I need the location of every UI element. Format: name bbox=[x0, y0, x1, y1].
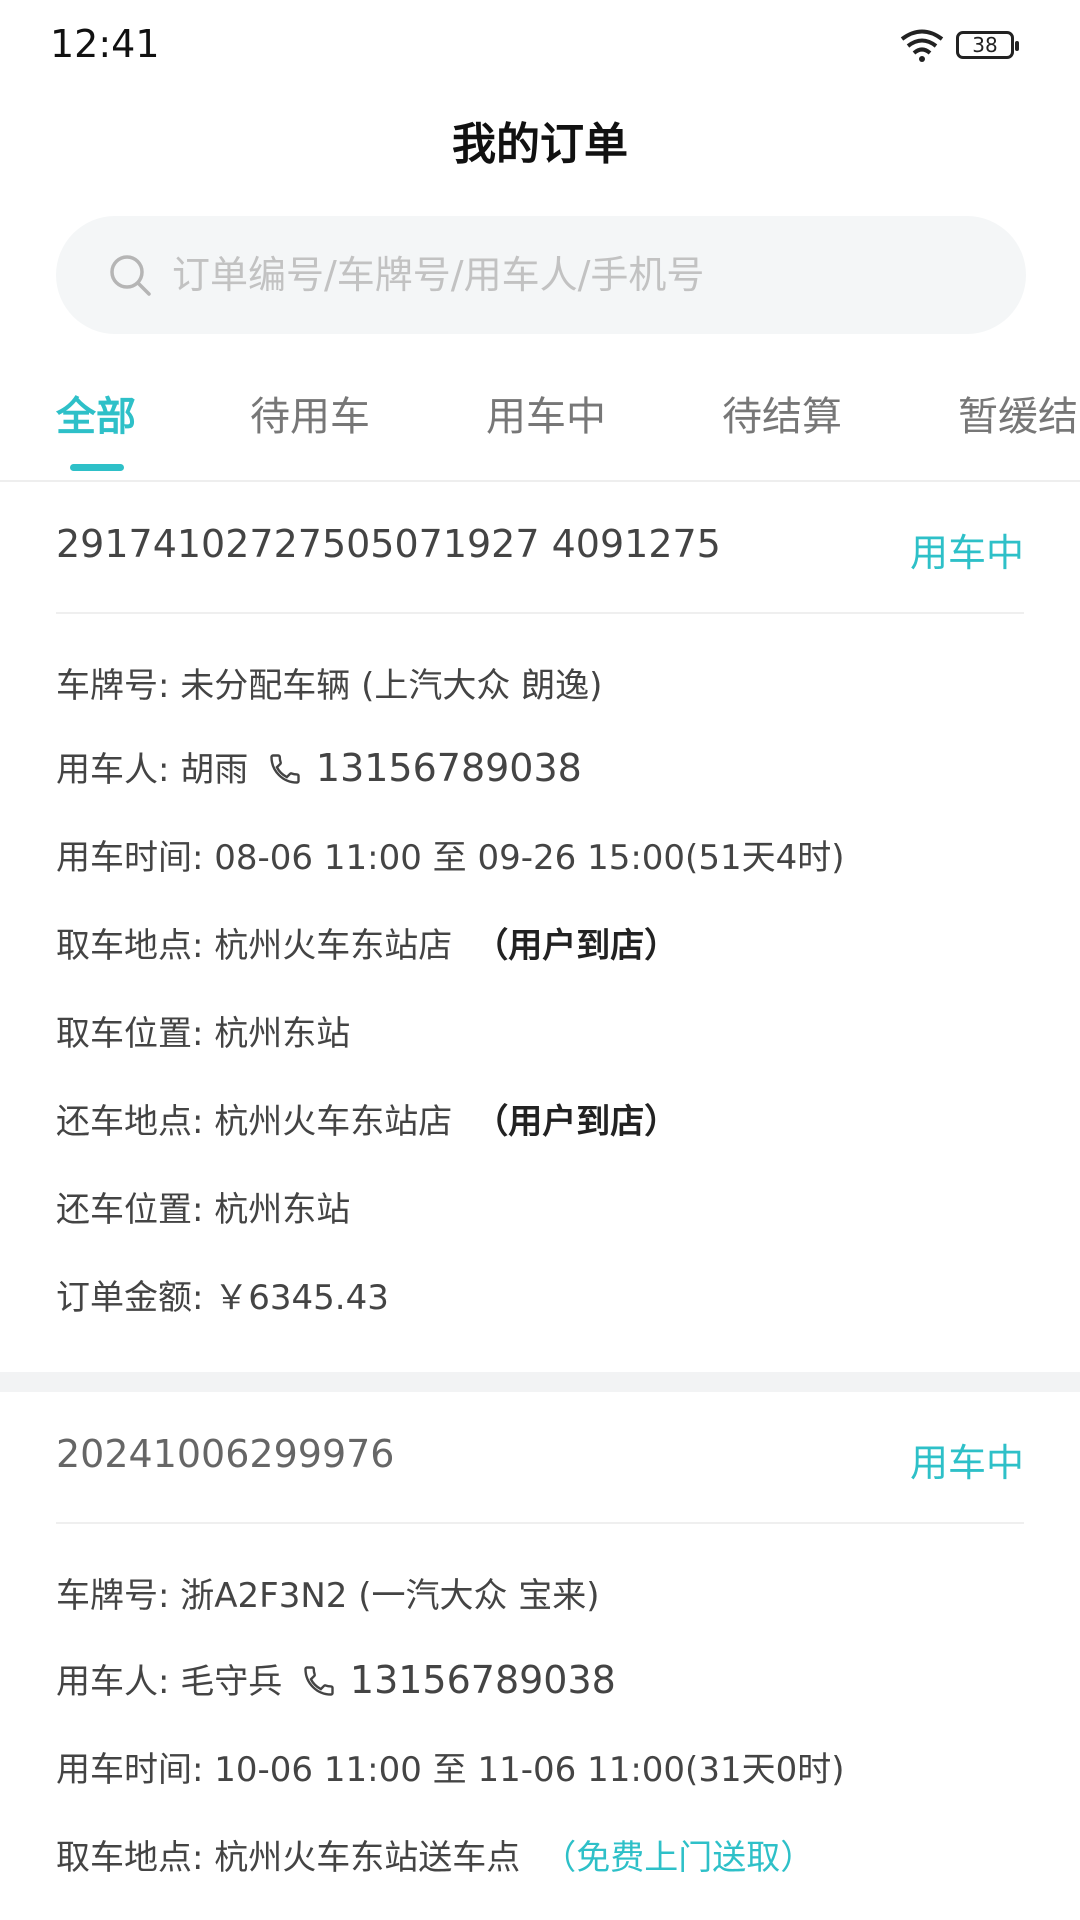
pickup-position-row: 取车位置: 杭州东站 bbox=[56, 1014, 351, 1054]
renter-phone[interactable]: 13156789038 bbox=[316, 746, 582, 790]
tab-pending-use[interactable]: 待用车 bbox=[250, 384, 370, 442]
pickup-mode: （用户到店） bbox=[474, 926, 679, 966]
return-mode: （用户到店） bbox=[474, 1102, 679, 1142]
order-number: 20241006299976 bbox=[56, 1432, 395, 1476]
page-title: 我的订单 bbox=[452, 119, 628, 170]
tab-all[interactable]: 全部 bbox=[56, 384, 136, 442]
active-tab-indicator bbox=[70, 464, 124, 471]
plate-row: 车牌号: 浙A2F3N2 (一汽大众 宝来) bbox=[56, 1576, 600, 1616]
search-input[interactable] bbox=[170, 252, 934, 298]
plate-row: 车牌号: 未分配车辆 (上汽大众 朗逸) bbox=[56, 666, 603, 706]
order-status-badge: 用车中 bbox=[909, 1441, 1024, 1485]
pickup-location: 取车地点: 杭州火车东站店 bbox=[56, 926, 453, 966]
status-bar: 12:41 38 bbox=[0, 0, 1080, 96]
status-icons: 38 bbox=[900, 28, 1019, 62]
renter-label: 用车人: 胡雨 bbox=[56, 750, 249, 790]
renter-label: 用车人: 毛守兵 bbox=[56, 1662, 283, 1702]
return-location-row: 还车地点: 杭州火车东站店 （用户到店） bbox=[56, 1094, 678, 1143]
card-separator bbox=[0, 1372, 1080, 1392]
tab-pending-settlement[interactable]: 待结算 bbox=[722, 384, 842, 442]
order-tabs: 全部 待用车 用车中 待结算 暂缓结 bbox=[0, 370, 1080, 482]
order-card[interactable]: 29174102727505071927 4091275 用车中 车牌号: 未分… bbox=[0, 482, 1080, 1372]
wifi-icon bbox=[900, 29, 944, 62]
phone-icon[interactable] bbox=[301, 1663, 337, 1699]
tab-deferred-settlement[interactable]: 暂缓结 bbox=[958, 384, 1078, 442]
status-time: 12:41 bbox=[50, 22, 160, 66]
pickup-mode: （免费上门送取） bbox=[542, 1838, 815, 1878]
pickup-location-row: 取车地点: 杭州火车东站店 （用户到店） bbox=[56, 918, 678, 967]
pickup-location-row: 取车地点: 杭州火车东站送车点 （免费上门送取） bbox=[56, 1830, 814, 1879]
pickup-location: 取车地点: 杭州火车东站送车点 bbox=[56, 1838, 521, 1878]
order-amount-row: 订单金额: ￥6345.43 bbox=[56, 1278, 389, 1318]
rental-time-row: 用车时间: 10-06 11:00 至 11-06 11:00(31天0时) bbox=[56, 1750, 845, 1790]
order-card-header: 29174102727505071927 4091275 用车中 bbox=[56, 482, 1024, 614]
tab-in-use[interactable]: 用车中 bbox=[486, 384, 606, 442]
battery-icon: 38 bbox=[956, 31, 1019, 59]
order-card-header: 20241006299976 用车中 bbox=[56, 1392, 1024, 1524]
order-number: 29174102727505071927 4091275 bbox=[56, 522, 721, 566]
return-location: 还车地点: 杭州火车东站店 bbox=[56, 1102, 453, 1142]
phone-icon[interactable] bbox=[267, 751, 303, 787]
order-status-badge: 用车中 bbox=[909, 531, 1024, 575]
search-bar[interactable] bbox=[56, 216, 1026, 334]
battery-level: 38 bbox=[972, 33, 998, 57]
rental-time-row: 用车时间: 08-06 11:00 至 09-26 15:00(51天4时) bbox=[56, 838, 845, 878]
renter-row: 用车人: 毛守兵 13156789038 bbox=[56, 1654, 616, 1703]
renter-phone[interactable]: 13156789038 bbox=[350, 1658, 616, 1702]
order-card[interactable]: 20241006299976 用车中 车牌号: 浙A2F3N2 (一汽大众 宝来… bbox=[0, 1392, 1080, 1920]
renter-row: 用车人: 胡雨 13156789038 bbox=[56, 742, 582, 791]
return-position-row: 还车位置: 杭州东站 bbox=[56, 1190, 351, 1230]
search-icon bbox=[110, 255, 151, 296]
